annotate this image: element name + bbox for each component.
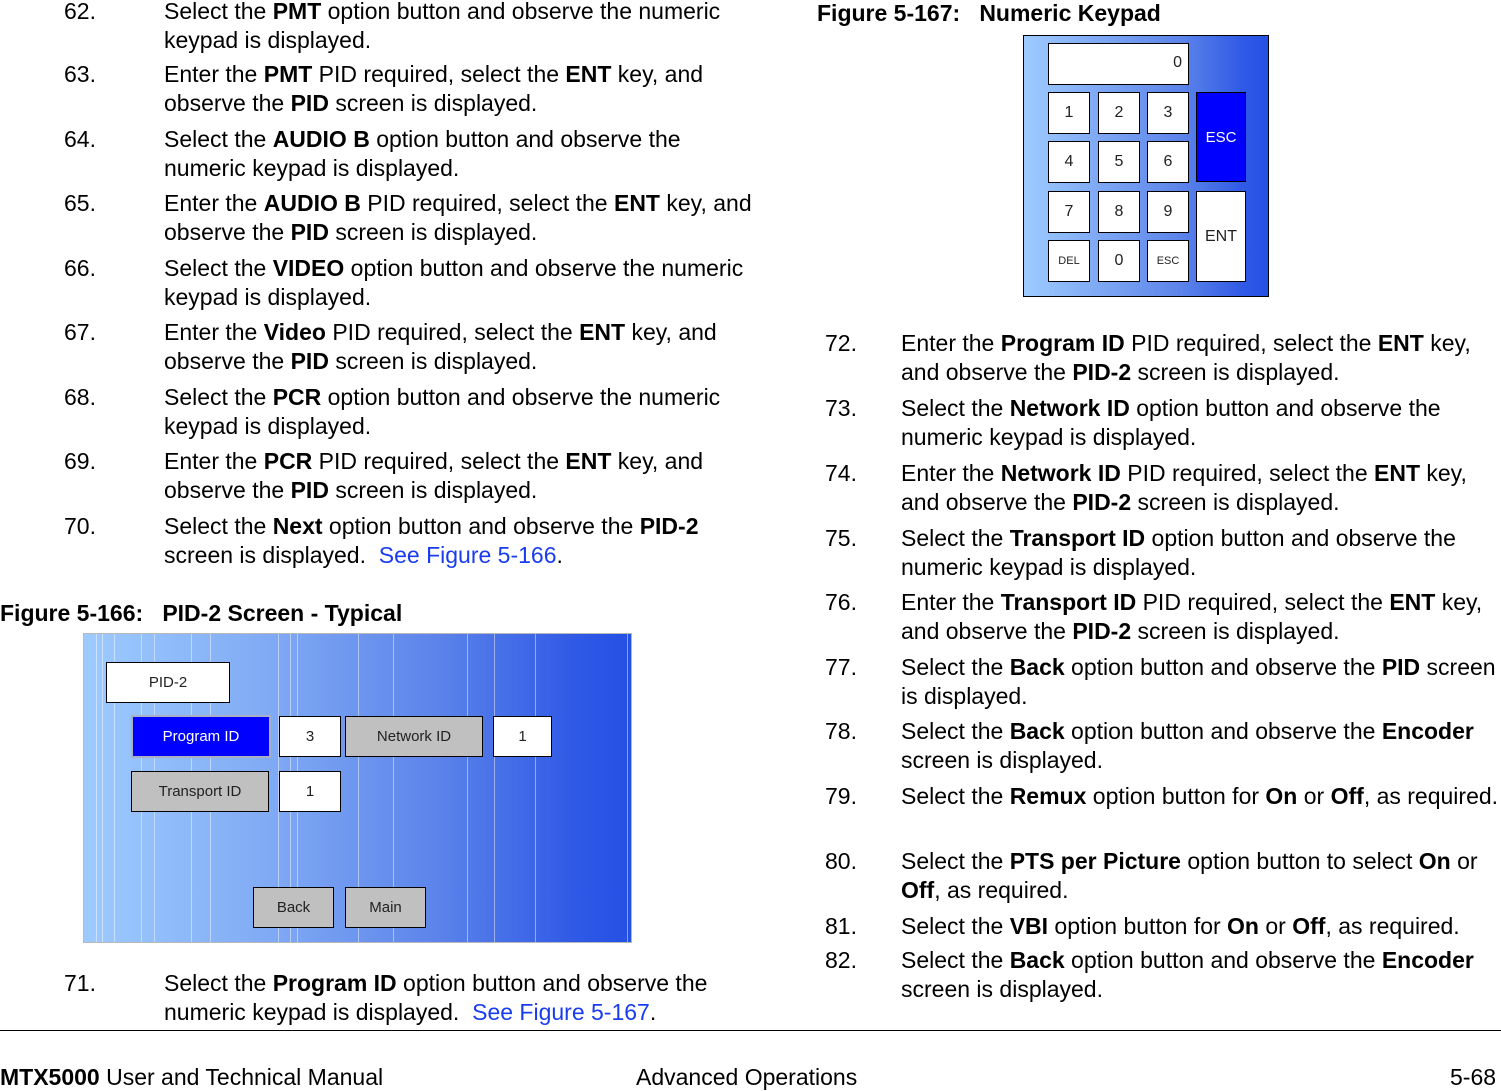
keypad-key-7[interactable]: 7 [1048,191,1090,233]
program-id-button[interactable]: Program ID [131,715,271,758]
figure-167-title: Figure 5-167: Numeric Keypad [817,0,1161,26]
step-number: 66. [64,255,96,281]
network-id-button[interactable]: Network ID [345,716,483,757]
step-text: Enter the PCR PID required, select the E… [164,448,704,503]
main-button[interactable]: Main [345,887,426,928]
step-text: Select the Next option button and observ… [164,513,699,568]
step-number: 75. [825,525,857,551]
numeric-keypad: 0 1 2 3 4 5 6 7 8 9 DEL 0 ESC ESC ENT [1023,35,1269,297]
figure-link[interactable]: See Figure 5-167 [472,999,650,1025]
keypad-key-4[interactable]: 4 [1048,141,1090,183]
step-number: 72. [825,330,857,356]
keypad-ent-button[interactable]: ENT [1196,191,1246,282]
figure-166-title: Figure 5-166: PID-2 Screen - Typical [0,600,403,626]
step-text: Select the VBI option button for On or O… [901,913,1460,939]
step-number: 69. [64,448,96,474]
step-text: Select the Transport ID option button an… [901,525,1456,580]
step-number: 79. [825,783,857,809]
step-number: 70. [64,513,96,539]
network-id-value: 1 [493,716,552,757]
keypad-display: 0 [1048,43,1189,85]
step-number: 74. [825,460,857,486]
step-number: 76. [825,589,857,615]
transport-id-button[interactable]: Transport ID [131,771,269,812]
step-number: 63. [64,61,96,87]
step-number: 67. [64,319,96,345]
step-text: Select the AUDIO B option button and obs… [164,126,681,181]
keypad-key-8[interactable]: 8 [1098,191,1140,233]
step-number: 78. [825,718,857,744]
step-text: Enter the PMT PID required, select the E… [164,61,704,116]
pid2-screen: PID-2 Program ID 3 Network ID 1 Transpor… [83,633,632,943]
footer-manual-title: MTX5000 User and Technical Manual [0,1064,383,1091]
keypad-key-5[interactable]: 5 [1098,141,1140,183]
step-number: 80. [825,848,857,874]
footer-section: Advanced Operations [636,1064,858,1090]
footer-manual: User and Technical Manual [99,1064,384,1090]
step-number: 73. [825,395,857,421]
step-number: 65. [64,190,96,216]
footer-divider [0,1030,1501,1031]
step-text: Enter the Network ID PID required, selec… [901,460,1467,515]
step-text: Select the PCR option button and observe… [164,384,721,439]
step-text: Enter the Transport ID PID required, sel… [901,589,1483,644]
keypad-key-esc[interactable]: ESC [1147,240,1189,282]
keypad-esc-button[interactable]: ESC [1196,92,1246,182]
step-number: 71. [64,970,96,996]
step-text: Select the Remux option button for On or… [901,783,1499,809]
screen-title-label: PID-2 [106,662,230,703]
keypad-key-6[interactable]: 6 [1147,141,1189,183]
keypad-key-9[interactable]: 9 [1147,191,1189,233]
step-text: Select the Network ID option button and … [901,395,1441,450]
footer-page-number: 5-68 [1450,1064,1497,1090]
figure-link[interactable]: See Figure 5-166 [379,542,557,568]
keypad-key-del[interactable]: DEL [1048,240,1090,282]
footer-product: MTX5000 [0,1064,100,1090]
keypad-key-2[interactable]: 2 [1098,92,1140,134]
keypad-key-1[interactable]: 1 [1048,92,1090,134]
step-text: Select the PMT option button and observe… [164,0,721,53]
step-text: Select the Back option button and observ… [901,654,1496,709]
step-text: Select the Back option button and observ… [901,947,1474,1002]
keypad-key-0[interactable]: 0 [1098,240,1140,282]
step-number: 82. [825,947,857,973]
step-text: Enter the Video PID required, select the… [164,319,717,374]
transport-id-value: 1 [279,771,341,812]
step-text: Select the Back option button and observ… [901,718,1474,773]
step-text: Select the VIDEO option button and obser… [164,255,744,310]
step-text: Select the PTS per Picture option button… [901,848,1478,903]
step-text: Enter the AUDIO B PID required, select t… [164,190,752,245]
program-id-value: 3 [279,716,341,757]
keypad-key-3[interactable]: 3 [1147,92,1189,134]
step-text: Select the Program ID option button and … [164,970,708,1025]
step-number: 62. [64,0,96,24]
step-number: 68. [64,384,96,410]
step-number: 64. [64,126,96,152]
back-button[interactable]: Back [253,887,334,928]
step-number: 77. [825,654,857,680]
step-number: 81. [825,913,857,939]
step-text: Enter the Program ID PID required, selec… [901,330,1471,385]
